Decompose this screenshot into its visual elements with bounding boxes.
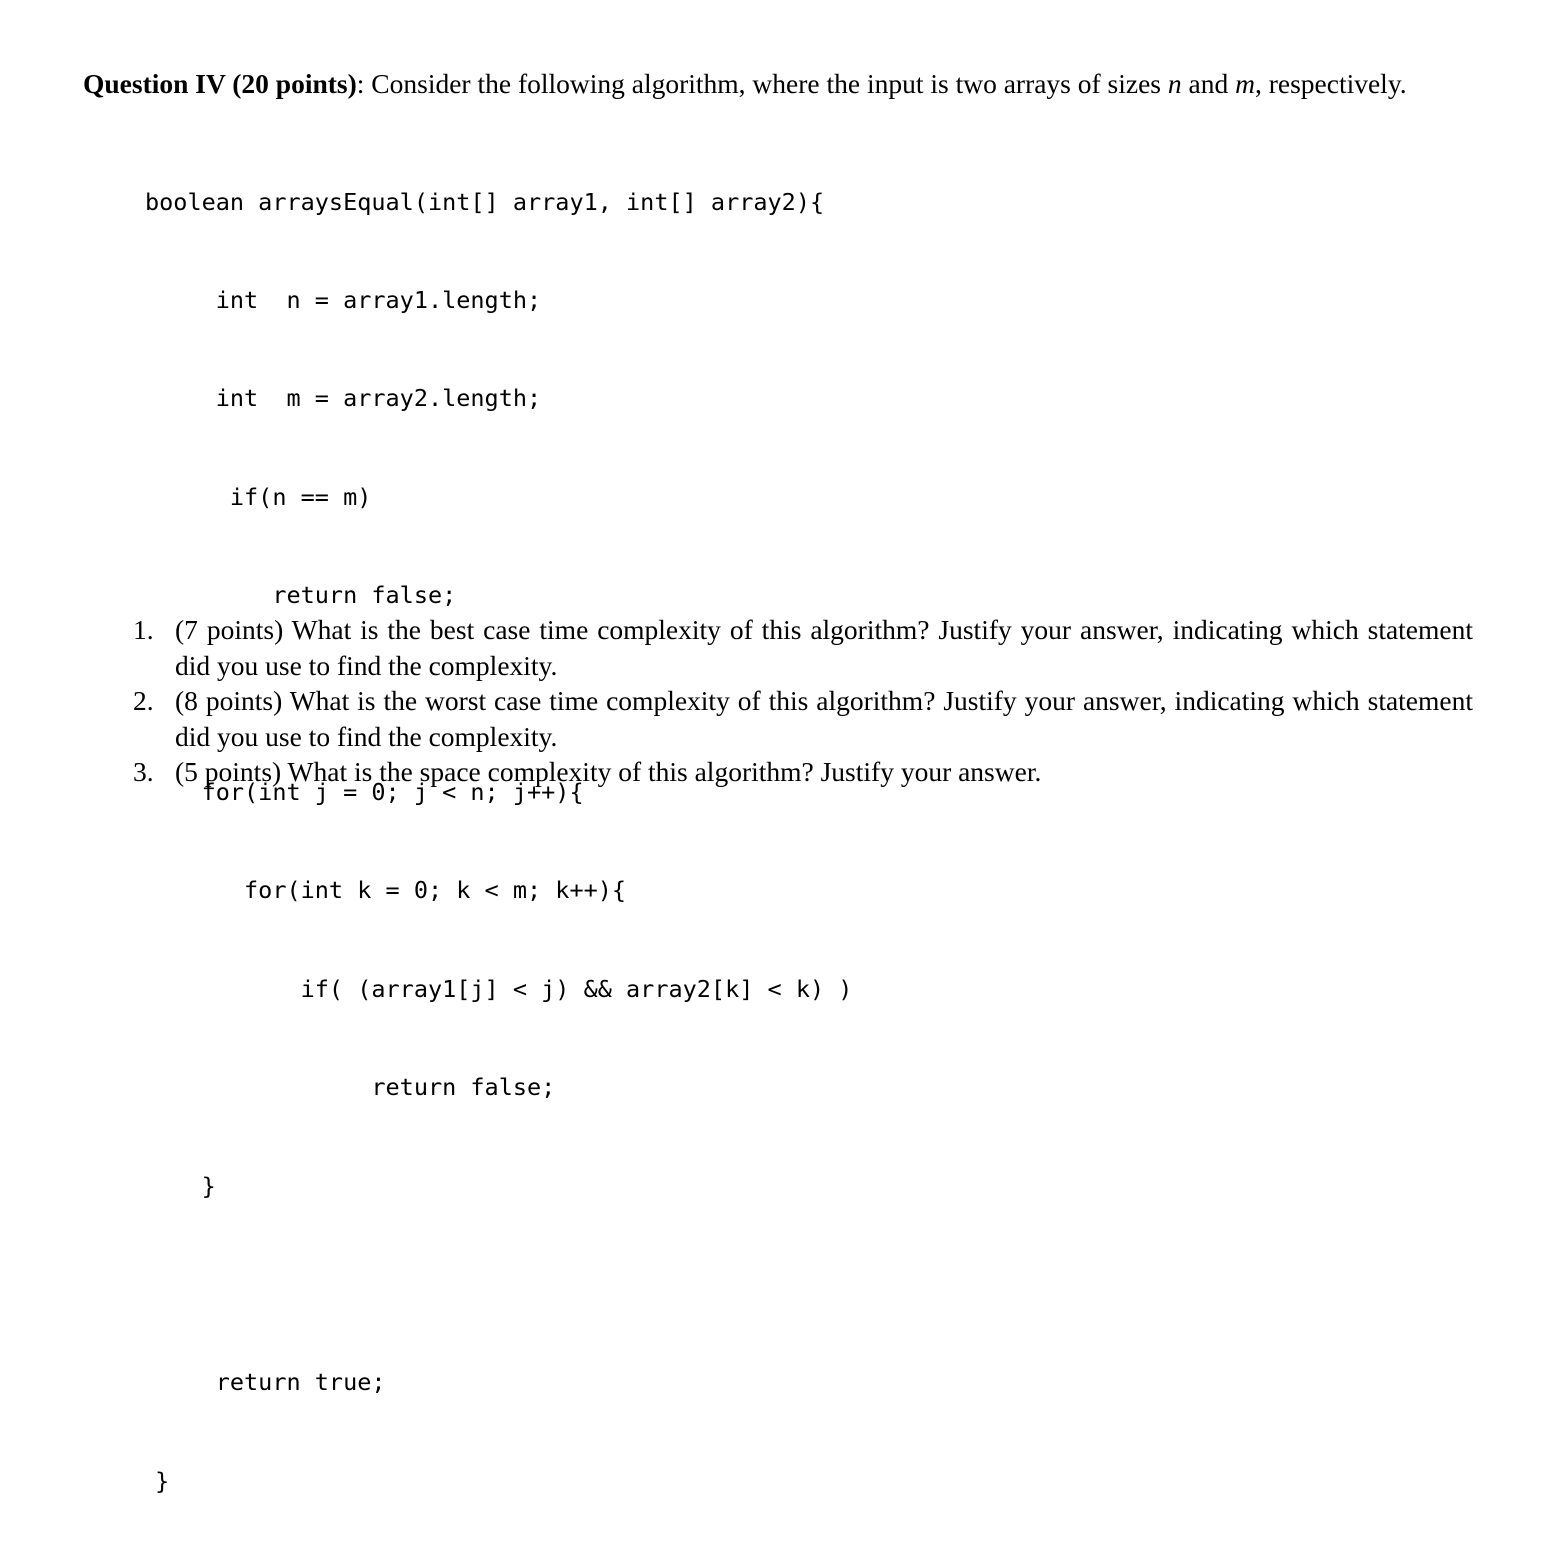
list-item-text: (5 points) What is the space complexity … <box>175 756 1042 787</box>
variable-n: n <box>1167 67 1182 99</box>
list-item: 1. (7 points) What is the best case time… <box>133 612 1473 683</box>
code-line: for(int k = 0; k < m; k++){ <box>145 876 627 905</box>
code-line: if( (array1[j] < j) && array2[k] < k) ) <box>145 974 853 1003</box>
document-page: Question IV (20 points): Consider the fo… <box>0 0 1541 1495</box>
code-line: } <box>141 1466 170 1495</box>
question-label: Question IV (20 points) <box>83 67 357 99</box>
list-item: 3. (5 points) What is the space complexi… <box>133 754 1473 790</box>
code-line: int n = array1.length; <box>145 285 542 314</box>
code-line: boolean arraysEqual(int[] array1, int[] … <box>145 187 825 216</box>
variable-m: m <box>1235 67 1255 99</box>
code-line: return false; <box>145 1073 556 1102</box>
code-line: return false; <box>145 581 457 610</box>
list-item-marker: 3. <box>133 756 154 787</box>
list-item-text: (7 points) What is the best case time co… <box>175 614 1473 681</box>
code-line: int m = array2.length; <box>145 384 542 413</box>
list-item-marker: 2. <box>133 685 154 716</box>
code-line: return true; <box>145 1368 386 1397</box>
algorithm-code-block: boolean arraysEqual(int[] array1, int[] … <box>145 120 852 1563</box>
list-item-text: (8 points) What is the worst case time c… <box>175 685 1473 752</box>
list-item-marker: 1. <box>133 614 154 645</box>
list-item: 2. (8 points) What is the worst case tim… <box>133 683 1473 754</box>
question-intro-paragraph: Question IV (20 points): Consider the fo… <box>83 66 1466 102</box>
question-subparts-list: 1. (7 points) What is the best case time… <box>133 612 1473 790</box>
intro-text-part2: , respectively. <box>1254 67 1407 99</box>
intro-text-conjunction: and <box>1181 67 1236 99</box>
intro-text-part1: : Consider the following algorithm, wher… <box>356 67 1168 99</box>
code-line: } <box>145 1171 216 1200</box>
code-line: if(n == m) <box>145 482 372 511</box>
